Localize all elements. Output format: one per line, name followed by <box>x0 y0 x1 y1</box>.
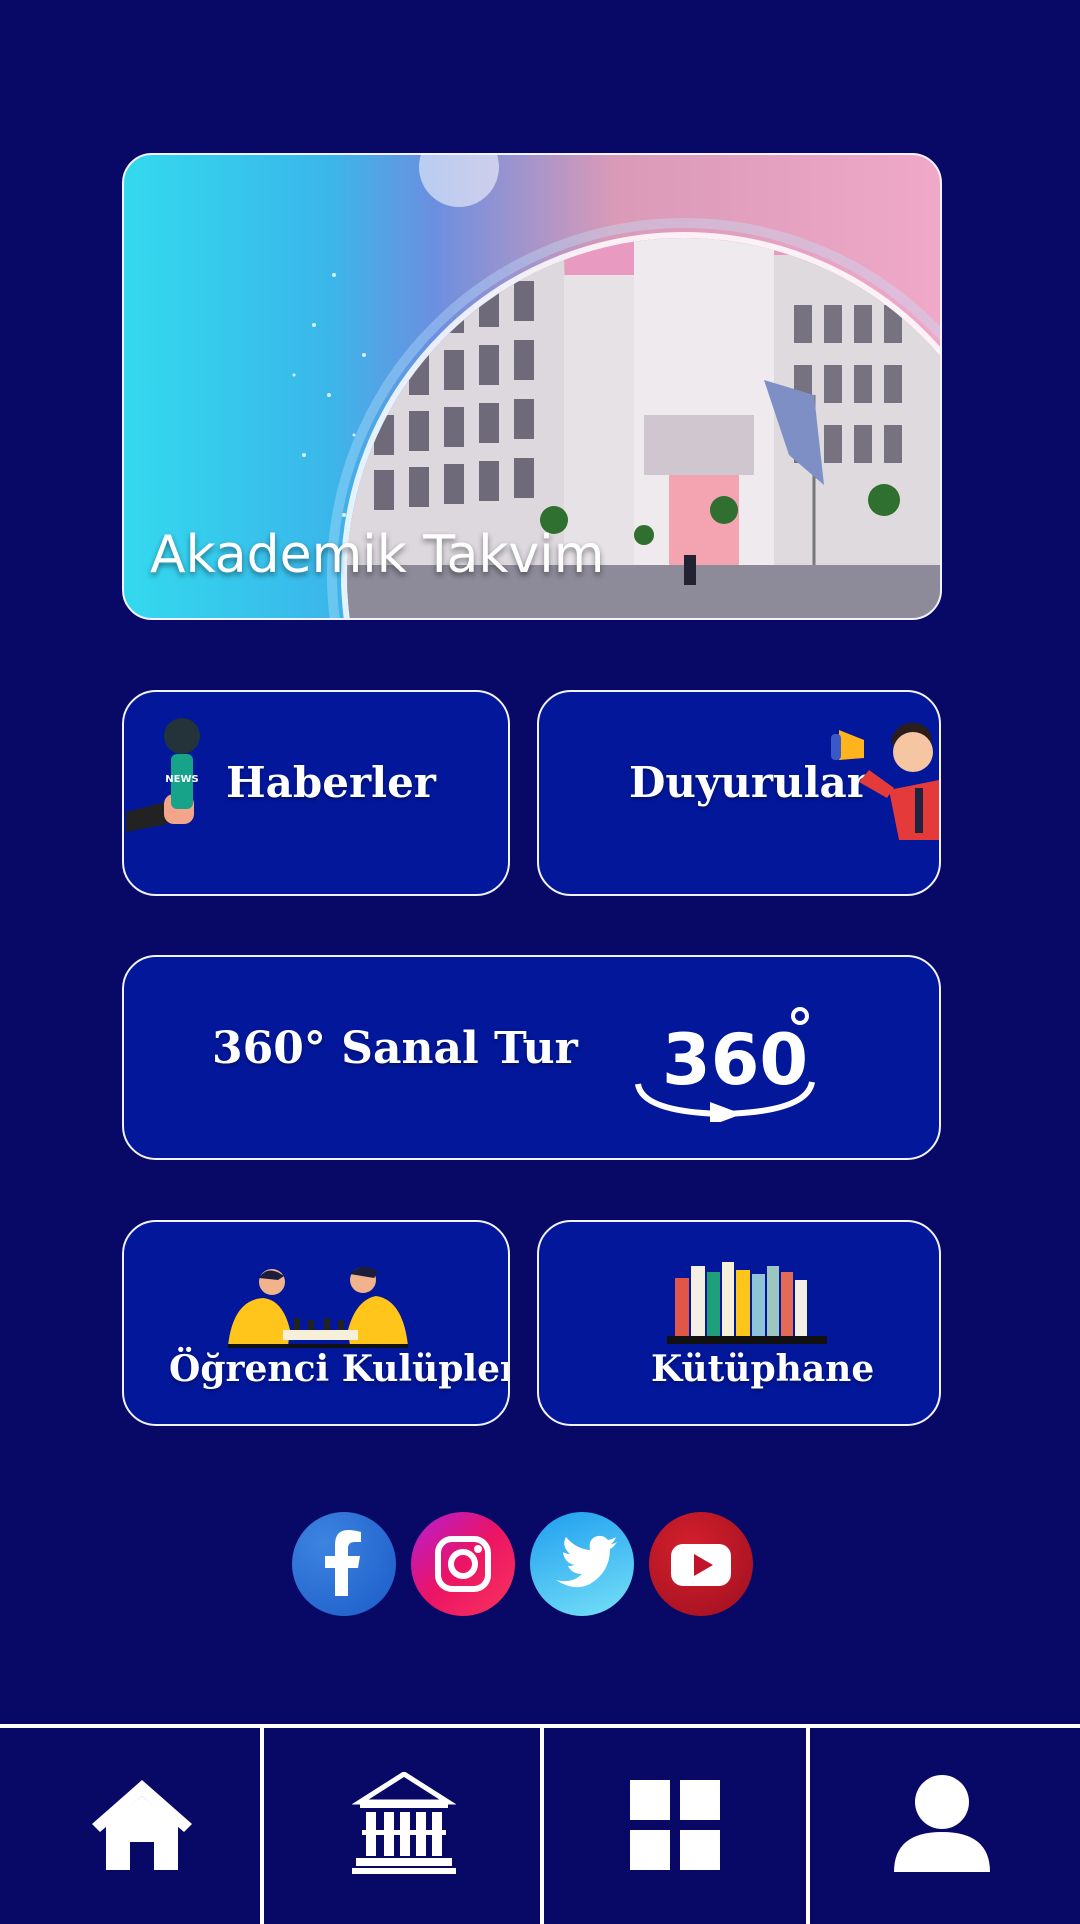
instagram-icon[interactable] <box>411 1512 515 1616</box>
home-icon <box>92 1780 192 1870</box>
academic-calendar-card[interactable]: Akademik Takvim <box>122 153 942 620</box>
youtube-icon[interactable] <box>649 1512 753 1616</box>
virtual-tour-label: 360° Sanal Tur <box>212 1023 578 1074</box>
hero-title: Akademik Takvim <box>150 525 605 585</box>
announcements-tile[interactable]: Duyurular <box>537 690 941 896</box>
news-badge-text: NEWS <box>165 774 198 785</box>
news-microphone-icon: NEWS <box>126 718 200 832</box>
library-label: Kütüphane <box>651 1348 875 1390</box>
virtual-tour-tile[interactable]: 360° Sanal Tur 360 <box>122 955 941 1160</box>
news-label: Haberler <box>226 758 436 807</box>
student-clubs-label: Öğrenci Kulüpleri <box>169 1348 510 1390</box>
twitter-icon[interactable] <box>530 1512 634 1616</box>
books-icon <box>667 1262 827 1344</box>
nav-profile-button[interactable] <box>810 1728 1080 1924</box>
student-clubs-tile[interactable]: Öğrenci Kulüpleri <box>122 1220 510 1426</box>
chess-players-icon <box>228 1266 408 1348</box>
nav-campus-button[interactable] <box>264 1728 540 1924</box>
grid-menu-icon <box>630 1780 720 1870</box>
news-tile[interactable]: NEWS Haberler <box>122 690 510 896</box>
nav-home-button[interactable] <box>0 1728 260 1924</box>
360-icon: 360 <box>635 1007 815 1122</box>
library-tile[interactable]: Kütüphane <box>537 1220 941 1426</box>
megaphone-person-icon <box>831 722 939 840</box>
360-badge-text: 360 <box>662 1019 808 1101</box>
facebook-icon[interactable] <box>292 1512 396 1616</box>
nav-menu-button[interactable] <box>544 1728 806 1924</box>
user-profile-icon <box>894 1775 990 1872</box>
university-building-icon <box>352 1772 456 1874</box>
bottom-navigation <box>0 1724 1080 1924</box>
